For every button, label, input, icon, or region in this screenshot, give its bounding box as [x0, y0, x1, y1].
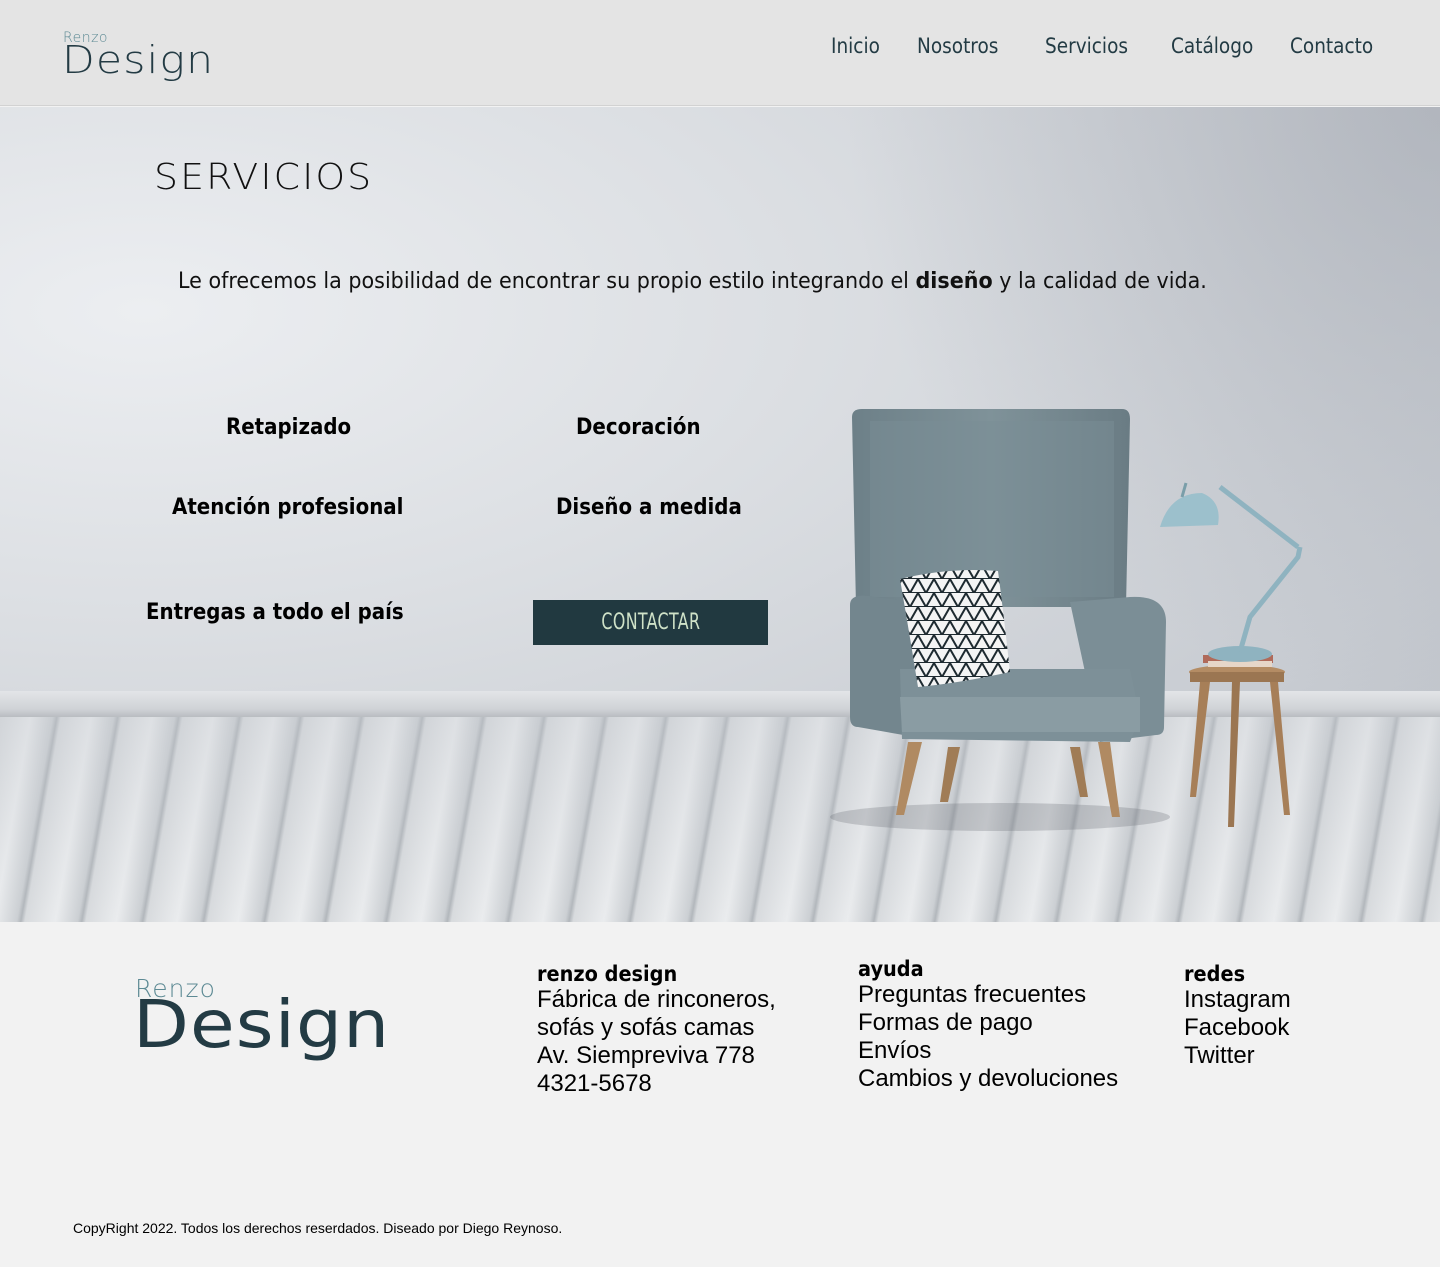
logo-design-text: Design: [62, 38, 215, 82]
hero-text-start: Le ofrecemos la posibilidad de encontrar…: [178, 269, 916, 294]
copyright-text: CopyRight 2022. Todos los derechos reser…: [73, 1220, 563, 1236]
hero-text-end: y la calidad de vida.: [992, 269, 1207, 294]
service-decoracion: Decoración: [576, 415, 701, 440]
footer-social-heading: redes: [1184, 962, 1246, 986]
site-header: Renzo Design Inicio Nosotros Servicios C…: [0, 0, 1440, 106]
page-title: SERVICIOS: [154, 157, 374, 198]
nav-item-nosotros[interactable]: Nosotros: [917, 34, 998, 58]
footer-company-heading: renzo design: [537, 962, 678, 986]
service-entregas: Entregas a todo el país: [146, 600, 404, 625]
footer-company-column: renzo design Fábrica de rinconeros, sofá…: [537, 962, 776, 1098]
footer-link-facebook[interactable]: Facebook: [1184, 1014, 1291, 1042]
hero-section: SERVICIOS Le ofrecemos la posibilidad de…: [0, 107, 1440, 922]
site-footer: Renzo Design renzo design Fábrica de rin…: [0, 922, 1440, 1267]
nav-item-catalogo[interactable]: Catálogo: [1171, 34, 1253, 58]
service-retapizado: Retapizado: [226, 415, 352, 440]
footer-link-returns[interactable]: Cambios y devoluciones: [858, 1065, 1118, 1093]
nav-item-servicios[interactable]: Servicios: [1045, 34, 1128, 58]
footer-company-address: Av. Siempreviva 778: [537, 1042, 755, 1069]
hero-description: Le ofrecemos la posibilidad de encontrar…: [178, 269, 1207, 294]
contact-button-label: CONTACTAR: [601, 610, 700, 635]
footer-company-line: sofás y sofás camas: [537, 1014, 755, 1041]
header-logo[interactable]: Renzo Design: [62, 30, 232, 82]
armchair-illustration: [830, 409, 1303, 831]
footer-logo-design-text: Design: [133, 986, 391, 1063]
footer-help-heading: ayuda: [858, 957, 924, 981]
footer-logo: Renzo Design: [133, 974, 433, 1063]
service-atencion: Atención profesional: [172, 495, 404, 520]
footer-company-phone: 4321-5678: [537, 1070, 652, 1097]
footer-link-shipping[interactable]: Envíos: [858, 1037, 1118, 1065]
footer-help-column: ayuda Preguntas frecuentes Formas de pag…: [858, 957, 1118, 1093]
footer-link-twitter[interactable]: Twitter: [1184, 1042, 1291, 1070]
footer-company-line: Fábrica de rinconeros,: [537, 986, 776, 1013]
footer-link-faq[interactable]: Preguntas frecuentes: [858, 981, 1118, 1009]
nav-item-contacto[interactable]: Contacto: [1290, 34, 1373, 58]
hero-text-bold: diseño: [915, 269, 993, 294]
nav-item-inicio[interactable]: Inicio: [831, 34, 880, 58]
footer-link-instagram[interactable]: Instagram: [1184, 986, 1291, 1014]
contact-button[interactable]: CONTACTAR: [533, 600, 768, 645]
footer-social-column: redes Instagram Facebook Twitter: [1184, 962, 1291, 1070]
footer-link-payment[interactable]: Formas de pago: [858, 1009, 1118, 1037]
service-diseno: Diseño a medida: [556, 495, 742, 520]
